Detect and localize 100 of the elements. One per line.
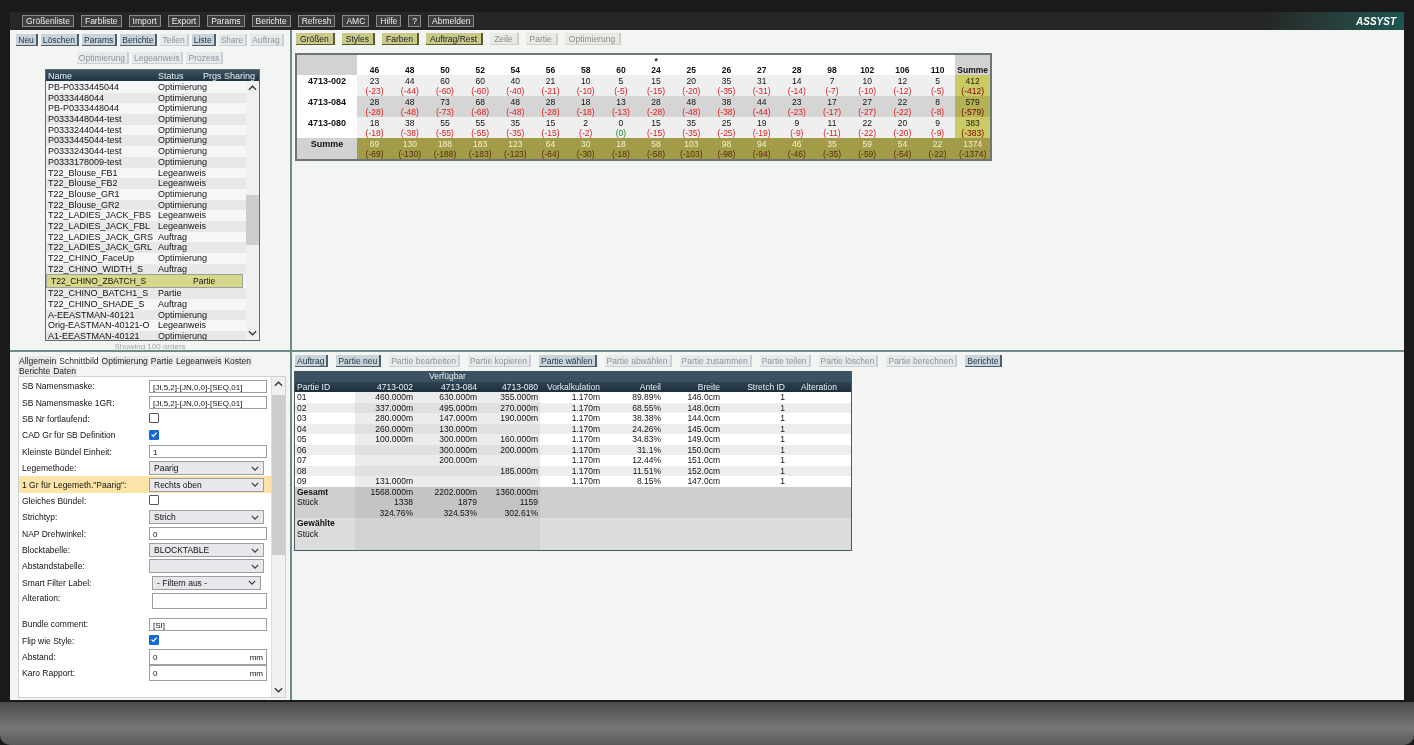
column-header[interactable]: Alteration [787,381,852,392]
tab[interactable]: Schnittbild [58,356,100,366]
dropdown[interactable] [149,559,264,574]
scroll-down-icon[interactable] [274,686,283,694]
toolbar-button[interactable]: Größen [296,33,335,45]
column-header[interactable]: Stretch ID [722,381,787,392]
remaining-quantity: (-38) [716,106,737,117]
quantity: 48 [685,96,697,107]
table-cell: 31.1% [602,444,663,455]
column-header[interactable]: 4713-002 [355,381,415,392]
dropdown[interactable]: BLOCKTABLE [149,543,264,558]
field-label: Abstand: [22,652,57,663]
quantity: 7 [828,75,836,86]
menu-button[interactable]: Berichte [251,15,291,27]
toolbar-button[interactable]: Liste [191,34,216,46]
menu-button[interactable]: Abmelden [428,15,475,27]
menu-button[interactable]: Params [207,15,245,27]
quantity: 64 [544,138,557,149]
column-header[interactable]: Status [158,70,203,81]
table-cell: 337.000m [375,402,413,413]
text-field[interactable]: 0 [149,527,267,541]
table-cell: 11.51% [602,465,663,476]
scrollbar[interactable] [246,81,259,340]
scroll-thumb[interactable] [272,395,285,555]
dropdown[interactable]: Paarig [149,461,264,476]
remaining-quantity: (-14) [786,85,807,96]
toolbar-button[interactable]: Berichte [965,355,1003,367]
total-quantity: 383 [965,117,980,128]
tab[interactable]: Berichte [18,366,52,376]
quantity: 2 [582,117,590,128]
scroll-up-icon[interactable] [248,84,257,92]
tab[interactable]: Allgemein [18,356,58,366]
scrollbar[interactable] [271,377,285,697]
menu-button[interactable]: Farbliste [80,15,122,27]
order-row[interactable]: P0333448044 Optimierung [46,92,246,104]
column-header[interactable]: Partie ID [294,381,355,392]
checkbox[interactable] [149,494,159,505]
order-row[interactable]: T22_Blouse_GR2 Optimierung [46,199,246,211]
remaining-quantity: (-130) [397,148,423,159]
scroll-thumb[interactable] [246,195,259,245]
field-label: Bundle comment: [22,619,90,630]
order-row[interactable]: T22_LADIES_JACK_FBL Legeanweis [46,220,246,232]
column-header[interactable]: Prgs Sharing [203,70,258,81]
order-row[interactable]: T22_Blouse_FB2 Legeanweis [46,178,246,189]
toolbar-button[interactable]: Berichte [120,34,158,46]
tab[interactable]: Optimierung [100,356,149,366]
menu-button[interactable]: Export [167,15,201,27]
menu-button[interactable]: ? [408,15,422,27]
number-field[interactable]: 0 mm [149,649,267,666]
menu-button[interactable]: Hilfe [376,15,402,27]
tab[interactable]: Daten [52,366,77,376]
order-row[interactable]: P0333448044-test Optimierung [46,114,246,125]
quantity: 23 [791,96,803,107]
column-header[interactable]: Vorkalkulation [540,381,602,392]
text-field[interactable]: [JI,5,2]-[JN,0,0]-[SEQ,01] [149,379,267,393]
toolbar-button[interactable]: Partie neu [336,355,382,367]
number-field[interactable]: 0 mm [149,665,267,682]
menu-button[interactable]: Größenliste [22,15,74,27]
quantity: 48 [404,96,416,107]
column-header[interactable]: Breite [663,381,722,392]
order-row[interactable]: P0333445044-test Optimierung [46,135,246,147]
text-field[interactable]: 1 [149,445,267,459]
dropdown[interactable]: Rechts oben [149,477,264,492]
toolbar-button[interactable]: Styles [341,33,375,45]
toolbar-button[interactable]: Farben [382,33,419,45]
dropdown[interactable]: Strich [149,510,264,525]
menu-button[interactable]: Import [128,15,161,27]
table-cell: 130.000m [439,423,477,434]
checkbox[interactable] [149,429,159,440]
column-header[interactable]: 4713-084 [415,381,479,392]
tab[interactable]: Kosten [223,356,252,366]
dropdown[interactable]: - Filtern aus - [152,575,261,590]
toolbar-button[interactable]: Partie wählen [539,355,597,367]
column-header[interactable]: Name [48,70,158,81]
table-cell: 1360.000m [479,486,540,497]
order-row[interactable]: T22_LADIES_JACK_GRL Auftrag [46,242,246,253]
field-label: NAP Drehwinkel: [22,528,88,539]
order-row[interactable]: T22_CHINO_WIDTH_S Auftrag [46,263,246,275]
tab[interactable]: Legeanweis [175,356,223,366]
toolbar-button[interactable]: Neu [16,34,38,46]
checkbox[interactable] [149,634,159,645]
toolbar-button[interactable]: Auftrag [295,355,329,367]
text-field[interactable]: [JI,5,2]-[JN,0,0]-[SEQ,01] [149,396,267,410]
column-header[interactable]: 4713-080 [479,381,540,392]
order-row[interactable]: T22_CHINO_ZBATCH_S Partie [46,274,243,289]
toolbar-button[interactable]: Auftrag/Rest [425,33,484,45]
column-header[interactable]: Anteil [602,381,663,392]
toolbar-button[interactable]: Params [82,34,118,46]
checkbox[interactable] [149,412,159,423]
text-field[interactable]: [SI] [149,617,267,631]
scroll-down-icon[interactable] [248,329,257,337]
menu-button[interactable]: Refresh [297,15,336,27]
scroll-up-icon[interactable] [274,380,283,388]
text-field[interactable] [152,593,267,610]
order-row[interactable]: P0333178009-test Optimierung [46,156,246,168]
order-row[interactable]: A-EEASTMAN-40121 Optimierung [46,309,246,321]
tab[interactable]: Partie [149,356,175,366]
toolbar-button[interactable]: Löschen [40,34,79,46]
order-row[interactable]: T22_CHINO_BATCH1_S Partie [46,288,246,300]
menu-button[interactable]: AMC [342,15,370,27]
